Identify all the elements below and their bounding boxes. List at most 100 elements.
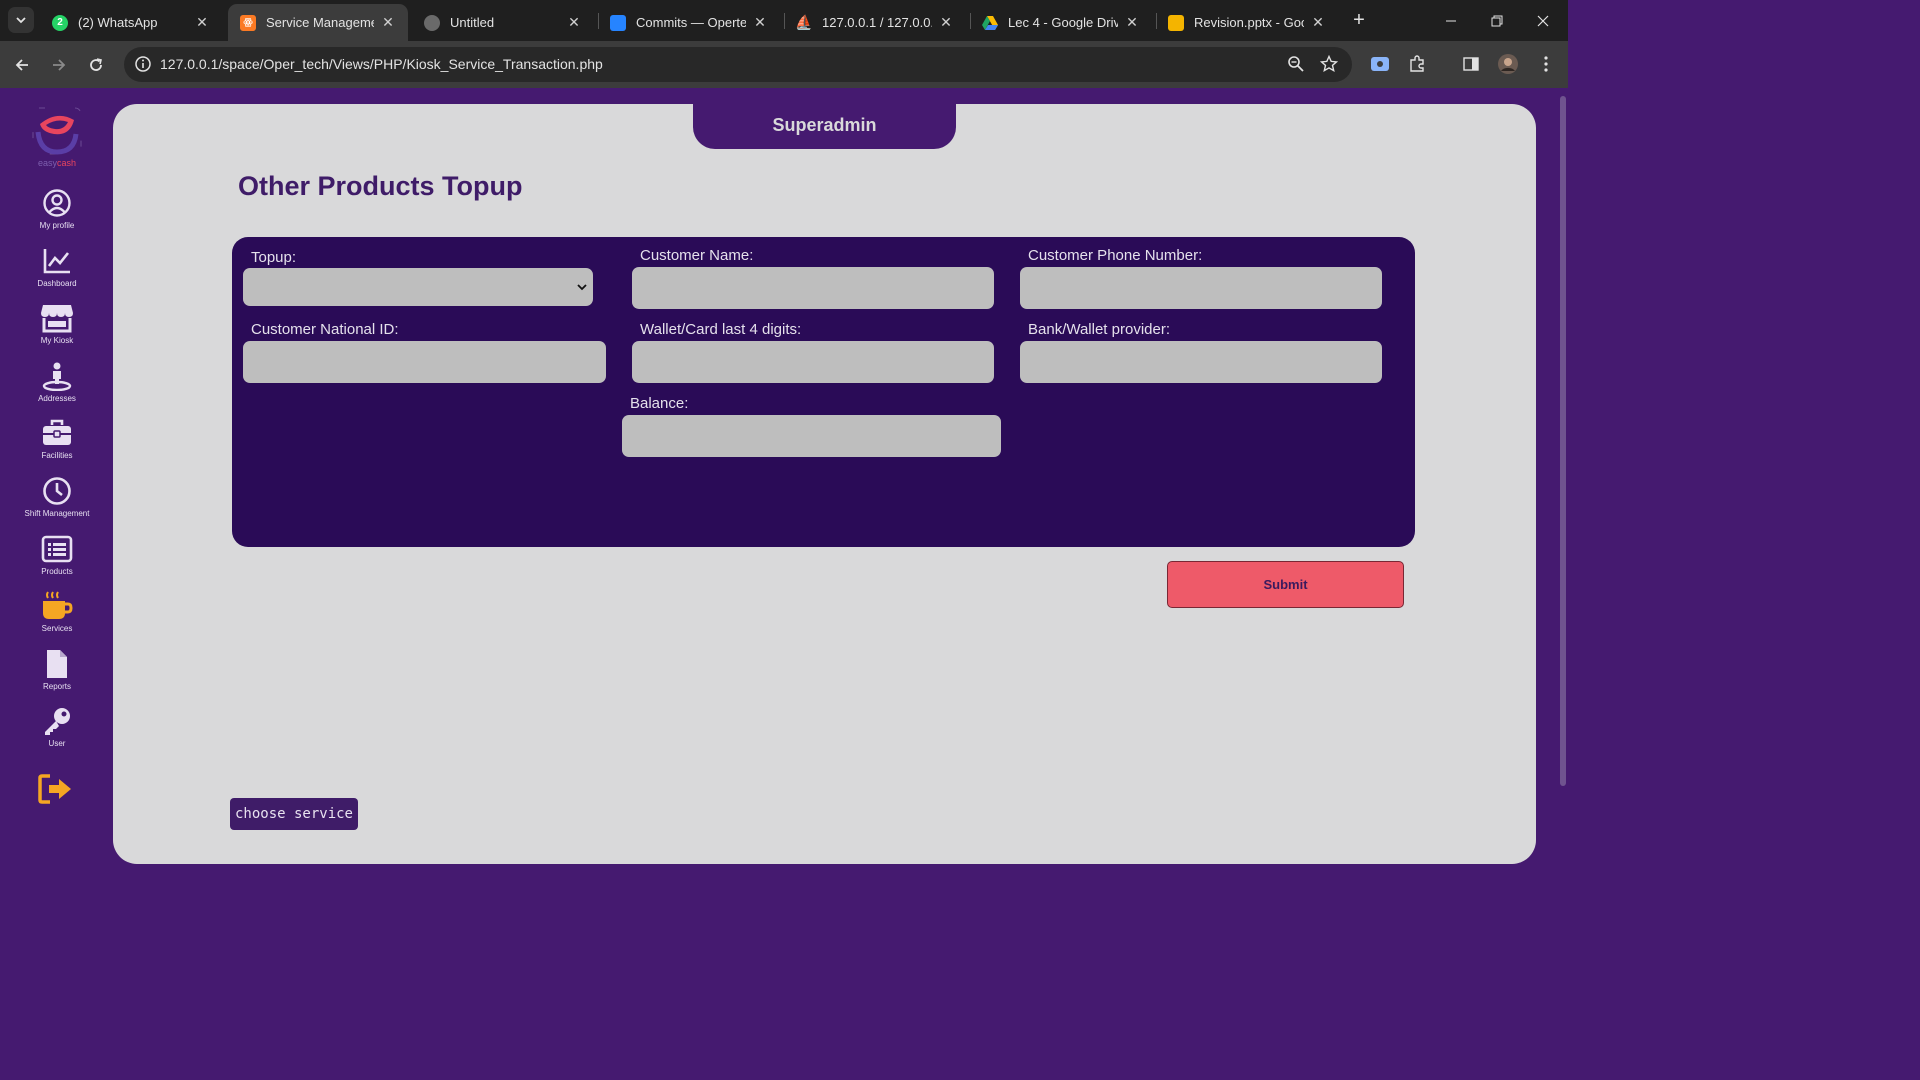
sidebar-item-label: Services [41,624,73,633]
sidebar-item-products[interactable]: Products [13,534,101,586]
customer-name-input[interactable] [632,267,994,309]
main-content-card: Superadmin Other Products Topup Topup: C… [113,104,1536,864]
sidebar-item-user[interactable]: User [13,706,101,758]
new-tab-button[interactable]: + [1348,8,1370,32]
topup-field: Topup: [243,249,593,309]
topup-form-panel: Topup: Customer Name: Customer Phone Num… [232,237,1415,547]
sidebar-item-label: My Kiosk [40,336,74,345]
user-circle-icon [43,189,71,217]
google-slides-icon [1168,14,1184,31]
browser-tab[interactable]: Commits — Opertech ✕ [598,4,780,41]
close-icon[interactable]: ✕ [194,14,210,31]
screen-capture-icon[interactable] [1369,53,1391,75]
browser-tab[interactable]: Lec 4 - Google Drive ✕ [970,4,1152,41]
sidebar-item-reports[interactable]: Reports [13,649,101,701]
customer-name-label: Customer Name: [640,247,754,264]
mug-icon [43,591,73,619]
sidebar-item-facilities[interactable]: Facilities [13,418,101,470]
app-sidebar: easycash My profile Dashboard My Kiosk A… [0,88,113,882]
browser-toolbar: 127.0.0.1/space/Oper_tech/Views/PHP/Kios… [0,41,1568,88]
sidebar-item-dashboard[interactable]: Dashboard [13,246,101,298]
submit-button[interactable]: Submit [1167,561,1404,608]
national-id-input[interactable] [243,341,606,383]
back-button[interactable] [8,51,36,79]
forward-button[interactable] [45,51,73,79]
tab-title: Lec 4 - Google Drive [1008,15,1118,30]
address-bar[interactable]: 127.0.0.1/space/Oper_tech/Views/PHP/Kios… [124,47,1352,82]
browser-tab[interactable]: Revision.pptx - Google ✕ [1156,4,1338,41]
store-icon [41,305,73,333]
chevron-down-icon [16,17,26,24]
tab-title: Commits — Opertech [636,15,746,30]
restore-button[interactable] [1474,0,1520,41]
topup-select[interactable] [243,268,593,306]
side-panel-icon[interactable] [1460,53,1482,75]
close-icon [1537,15,1549,26]
easycash-logo[interactable]: easycash [30,106,84,170]
close-icon[interactable]: ✕ [566,14,582,31]
close-icon[interactable]: ✕ [380,14,396,31]
close-window-button[interactable] [1520,0,1566,41]
wallet-digits-input[interactable] [632,341,994,383]
page-scrollbar[interactable] [1560,96,1566,786]
national-id-label: Customer National ID: [251,321,399,338]
sidebar-item-label: Facilities [41,451,73,460]
provider-field: Bank/Wallet provider: [1020,321,1382,383]
balance-input[interactable] [622,415,1001,457]
minimize-icon [1446,20,1456,21]
browser-tab-active[interactable]: ꙮ Service Management ✕ [228,4,408,41]
balance-label: Balance: [630,395,689,412]
sidebar-item-my-profile[interactable]: My profile [13,188,101,240]
close-icon[interactable]: ✕ [1124,14,1140,31]
kebab-menu-icon[interactable] [1535,53,1557,75]
sidebar-item-addresses[interactable]: Addresses [13,361,101,413]
national-id-field: Customer National ID: [243,321,606,383]
zoom-icon[interactable] [1285,53,1307,75]
bookmark-star-icon[interactable] [1318,53,1340,75]
tab-title: 127.0.0.1 / 127.0.0.1 / [822,15,932,30]
browser-tab[interactable]: ⛵ 127.0.0.1 / 127.0.0.1 / ✕ [784,4,966,41]
logout-icon [38,774,71,804]
minimize-button[interactable] [1428,0,1474,41]
close-icon[interactable]: ✕ [752,14,768,31]
close-icon[interactable]: ✕ [1310,14,1326,31]
phpmyadmin-icon: ⛵ [795,14,813,30]
browser-tab[interactable]: Untitled ✕ [412,4,594,41]
site-info-icon[interactable] [134,55,152,78]
url-text: 127.0.0.1/space/Oper_tech/Views/PHP/Kios… [160,56,603,72]
browser-tab[interactable]: 2 (2) WhatsApp ✕ [40,4,222,41]
provider-label: Bank/Wallet provider: [1028,321,1171,338]
customer-phone-field: Customer Phone Number: [1020,247,1382,309]
arrow-left-icon [15,59,28,71]
topup-label: Topup: [251,249,297,266]
page-title: Other Products Topup [238,171,523,201]
tab-search-button[interactable] [8,7,34,33]
extensions-puzzle-icon[interactable] [1406,53,1428,75]
globe-icon [424,14,440,31]
sidebar-item-label: Reports [42,682,71,691]
tab-title: Revision.pptx - Google [1194,15,1304,30]
customer-phone-label: Customer Phone Number: [1028,247,1203,264]
sidebar-item-label: My profile [39,221,75,230]
choose-service-button[interactable]: choose service [230,798,358,830]
sidebar-item-my-kiosk[interactable]: My Kiosk [13,303,101,355]
sidebar-item-services[interactable]: Services [13,591,101,643]
brand-name: easycash [37,158,77,168]
logout-button[interactable] [38,774,74,804]
sidebar-item-label: Addresses [38,394,76,403]
close-icon[interactable]: ✕ [938,14,954,31]
profile-avatar[interactable] [1497,53,1519,75]
provider-input[interactable] [1020,341,1382,383]
chart-line-icon [43,249,70,274]
customer-phone-input[interactable] [1020,267,1382,309]
easycash-logo-icon [32,107,82,155]
reload-button[interactable] [82,51,110,79]
balance-field: Balance: [622,395,1001,457]
reload-icon [90,58,102,71]
user-role-tab: Superadmin [693,104,956,149]
sidebar-item-shift-management[interactable]: Shift Management [13,476,101,528]
wallet-digits-field: Wallet/Card last 4 digits: [632,321,994,383]
tab-title: Service Management [266,15,374,30]
tab-title: (2) WhatsApp [78,15,158,30]
browser-tab-bar: 2 (2) WhatsApp ✕ ꙮ Service Management ✕ … [0,0,1568,41]
